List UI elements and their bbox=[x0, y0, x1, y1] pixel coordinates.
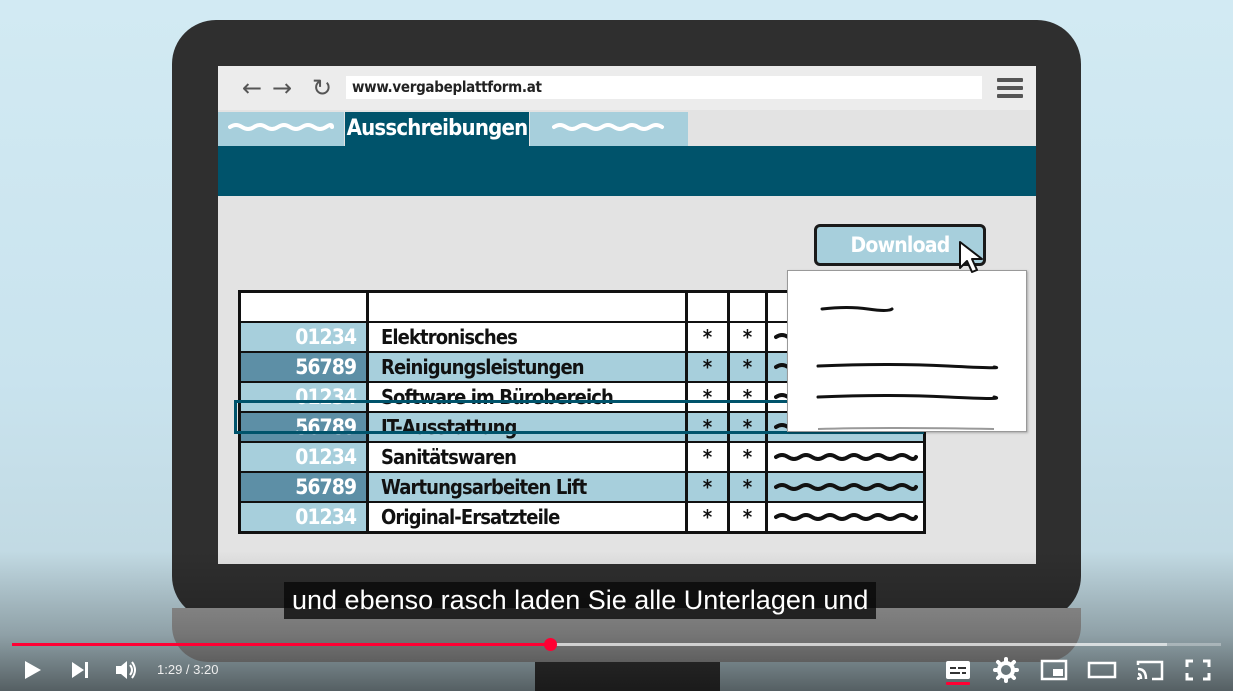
tender-title: IT-Ausstattung bbox=[369, 413, 688, 441]
tender-code: 56789 bbox=[241, 353, 369, 381]
monitor-stand bbox=[535, 662, 720, 691]
forward-arrow-icon[interactable]: → bbox=[268, 74, 296, 102]
play-icon[interactable] bbox=[16, 656, 48, 684]
scrubber-handle[interactable] bbox=[544, 638, 557, 651]
table-row[interactable]: 56789 Wartungsarbeiten Lift * * bbox=[241, 473, 923, 503]
table-row[interactable]: 01234 Sanitätswaren * * bbox=[241, 443, 923, 473]
table-row[interactable]: 01234 Original-Ersatzteile * * bbox=[241, 503, 923, 531]
subtitles-icon[interactable] bbox=[942, 656, 974, 684]
volume-icon[interactable] bbox=[110, 656, 142, 684]
cast-icon[interactable] bbox=[1134, 656, 1166, 684]
download-dropdown bbox=[787, 270, 1027, 432]
back-arrow-icon[interactable]: ← bbox=[238, 74, 266, 102]
header-cell bbox=[688, 293, 730, 321]
tab-placeholder-left[interactable] bbox=[218, 112, 344, 146]
scribble-icon bbox=[774, 513, 918, 521]
settings-icon[interactable] bbox=[990, 656, 1022, 684]
tender-scribble bbox=[768, 503, 923, 531]
fullscreen-icon[interactable] bbox=[1182, 656, 1214, 684]
tab-strip bbox=[218, 112, 1036, 146]
theater-icon[interactable] bbox=[1086, 656, 1118, 684]
tender-code: 01234 bbox=[241, 503, 369, 531]
dropdown-lines bbox=[816, 306, 999, 430]
tender-title: Software im Bürobereich bbox=[369, 383, 688, 411]
tender-title: Sanitätswaren bbox=[369, 443, 688, 471]
mouse-cursor-icon bbox=[959, 241, 983, 273]
hamburger-menu-icon[interactable] bbox=[997, 78, 1023, 98]
scribble-icon bbox=[774, 483, 918, 491]
played-bar bbox=[12, 643, 550, 646]
tender-code: 01234 bbox=[241, 383, 369, 411]
tender-code: 56789 bbox=[241, 473, 369, 501]
tender-marker: * bbox=[730, 473, 768, 501]
next-icon[interactable] bbox=[64, 656, 96, 684]
tender-marker: * bbox=[688, 473, 730, 501]
tab-ausschreibungen[interactable]: Ausschreibungen bbox=[345, 112, 529, 146]
tender-marker: * bbox=[730, 323, 768, 351]
tender-marker: * bbox=[730, 413, 768, 441]
subtitle-caption: und ebenso rasch laden Sie alle Unterlag… bbox=[284, 582, 877, 619]
tender-marker: * bbox=[688, 413, 730, 441]
tender-title: Wartungsarbeiten Lift bbox=[369, 473, 688, 501]
tab-placeholder-right[interactable] bbox=[530, 112, 688, 146]
tender-marker: * bbox=[730, 443, 768, 471]
scribble-icon bbox=[228, 123, 334, 131]
tender-title: Elektronisches Datenmanagement bbox=[369, 323, 688, 377]
tender-code: 01234 bbox=[241, 443, 369, 471]
tender-marker: * bbox=[688, 383, 730, 411]
tender-marker: * bbox=[730, 503, 768, 531]
tender-marker: * bbox=[688, 353, 730, 381]
miniplayer-icon[interactable] bbox=[1038, 656, 1070, 684]
tender-marker: * bbox=[730, 353, 768, 381]
subtitles-active-indicator bbox=[946, 682, 970, 685]
tender-code: 56789 bbox=[241, 413, 369, 441]
header-banner bbox=[218, 146, 1036, 196]
tender-scribble bbox=[768, 473, 923, 501]
tender-title: Reinigungsleistungen bbox=[369, 353, 688, 381]
address-row: ← → ↻ www.vergabeplattform.at bbox=[218, 66, 1036, 110]
video-frame[interactable]: ← → ↻ www.vergabeplattform.at Ausschreib… bbox=[0, 0, 1233, 691]
header-cell bbox=[730, 293, 768, 321]
tender-marker: * bbox=[688, 323, 730, 351]
header-cell bbox=[241, 293, 369, 321]
tender-title: Original-Ersatzteile bbox=[369, 503, 688, 531]
header-cell bbox=[369, 293, 688, 321]
tender-marker: * bbox=[688, 443, 730, 471]
tender-marker: * bbox=[730, 383, 768, 411]
browser-screen: ← → ↻ www.vergabeplattform.at Ausschreib… bbox=[218, 66, 1036, 564]
time-display: 1:29 / 3:20 bbox=[157, 662, 219, 677]
tender-code: 01234 bbox=[241, 323, 369, 351]
scribble-icon bbox=[774, 453, 918, 461]
reload-icon[interactable]: ↻ bbox=[308, 74, 336, 102]
progress-bar[interactable] bbox=[12, 638, 1221, 651]
scribble-icon bbox=[552, 123, 664, 131]
tender-scribble bbox=[768, 443, 923, 471]
url-bar[interactable]: www.vergabeplattform.at bbox=[346, 76, 982, 99]
tender-marker: * bbox=[688, 503, 730, 531]
